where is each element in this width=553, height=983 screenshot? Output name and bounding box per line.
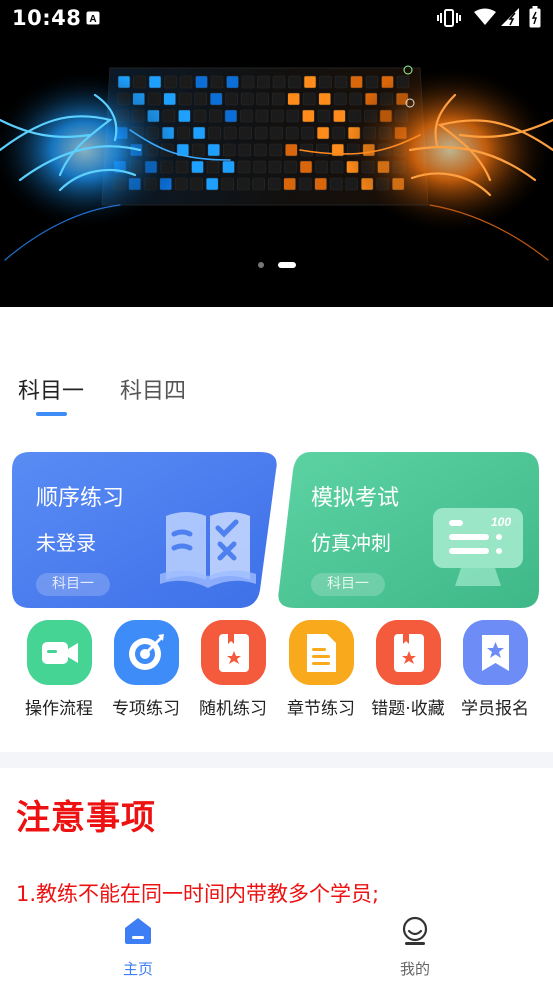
svg-text:A: A [89, 14, 96, 25]
nav-label: 主页 [122, 960, 153, 978]
card-title: 顺序练习 [36, 486, 125, 511]
nav-home[interactable]: 主页 [98, 916, 178, 980]
video-camera-icon [27, 620, 92, 685]
signal-icon [501, 8, 519, 26]
notification-a-icon: A [86, 11, 100, 25]
notice-title: 注意事项 [16, 798, 156, 838]
card-badge: 科目一 [311, 573, 385, 596]
pagination-dot-active[interactable] [278, 262, 296, 268]
sequential-practice-card[interactable]: 顺序练习 未登录 科目一 [12, 452, 278, 608]
grid-item-operation-flow[interactable]: 操作流程 [14, 620, 104, 720]
target-icon [114, 620, 179, 685]
book-check-icon [160, 512, 256, 588]
grid-item-random-practice[interactable]: 随机练习 [188, 620, 278, 720]
section-divider [0, 752, 553, 768]
pagination-dot[interactable] [258, 262, 264, 268]
grid-item-label: 专项练习 [112, 699, 180, 719]
banner-image [0, 0, 553, 307]
feature-grid: 操作流程 专项练习 随机练习 章节练习 错题·收藏 学员报名 [0, 620, 553, 730]
tab-subject-four[interactable]: 科目四 [120, 373, 186, 405]
grid-item-label: 操作流程 [25, 699, 93, 719]
tab-active-indicator [36, 412, 67, 416]
battery-icon [529, 6, 541, 28]
tab-subject-one[interactable]: 科目一 [18, 373, 84, 405]
exam-monitor-icon: 100 [433, 508, 523, 586]
card-subtitle: 仿真冲刺 [311, 531, 391, 555]
grid-item-label: 随机练习 [199, 699, 267, 719]
notice-line: 1.教练不能在同一时间内带教多个学员; [16, 882, 380, 906]
grid-item-label: 学员报名 [461, 699, 529, 719]
nav-label: 我的 [399, 960, 430, 978]
vibrate-icon [437, 9, 461, 27]
card-title: 模拟考试 [311, 486, 400, 511]
grid-item-chapter-practice[interactable]: 章节练习 [276, 620, 366, 720]
profile-icon [402, 916, 428, 945]
bottom-navigation: 主页 我的 [0, 906, 553, 983]
banner[interactable]: 10:48 A [0, 0, 553, 307]
wifi-icon [474, 8, 496, 25]
grid-item-special-practice[interactable]: 专项练习 [101, 620, 191, 720]
nav-mine[interactable]: 我的 [375, 916, 455, 980]
home-icon [125, 918, 151, 944]
status-bar: 10:48 A [0, 0, 553, 38]
svg-text:100: 100 [491, 515, 511, 529]
document-icon [289, 620, 354, 685]
grid-item-label: 章节练习 [287, 699, 355, 719]
grid-item-wrong-favorites[interactable]: 错题·收藏 [363, 620, 453, 720]
grid-item-label: 错题·收藏 [371, 699, 445, 719]
status-time: 10:48 [12, 6, 82, 30]
subject-tabs: 科目一 科目四 [0, 365, 553, 425]
bookmark-book-icon [376, 620, 441, 685]
card-badge: 科目一 [36, 573, 110, 596]
mock-exam-card[interactable]: 模拟考试 仿真冲刺 科目一 100 [277, 452, 539, 608]
card-subtitle: 未登录 [36, 531, 96, 555]
star-book-icon [201, 620, 266, 685]
banner-pagination [0, 262, 553, 272]
grid-item-student-registration[interactable]: 学员报名 [450, 620, 540, 720]
bookmark-star-icon [463, 620, 528, 685]
